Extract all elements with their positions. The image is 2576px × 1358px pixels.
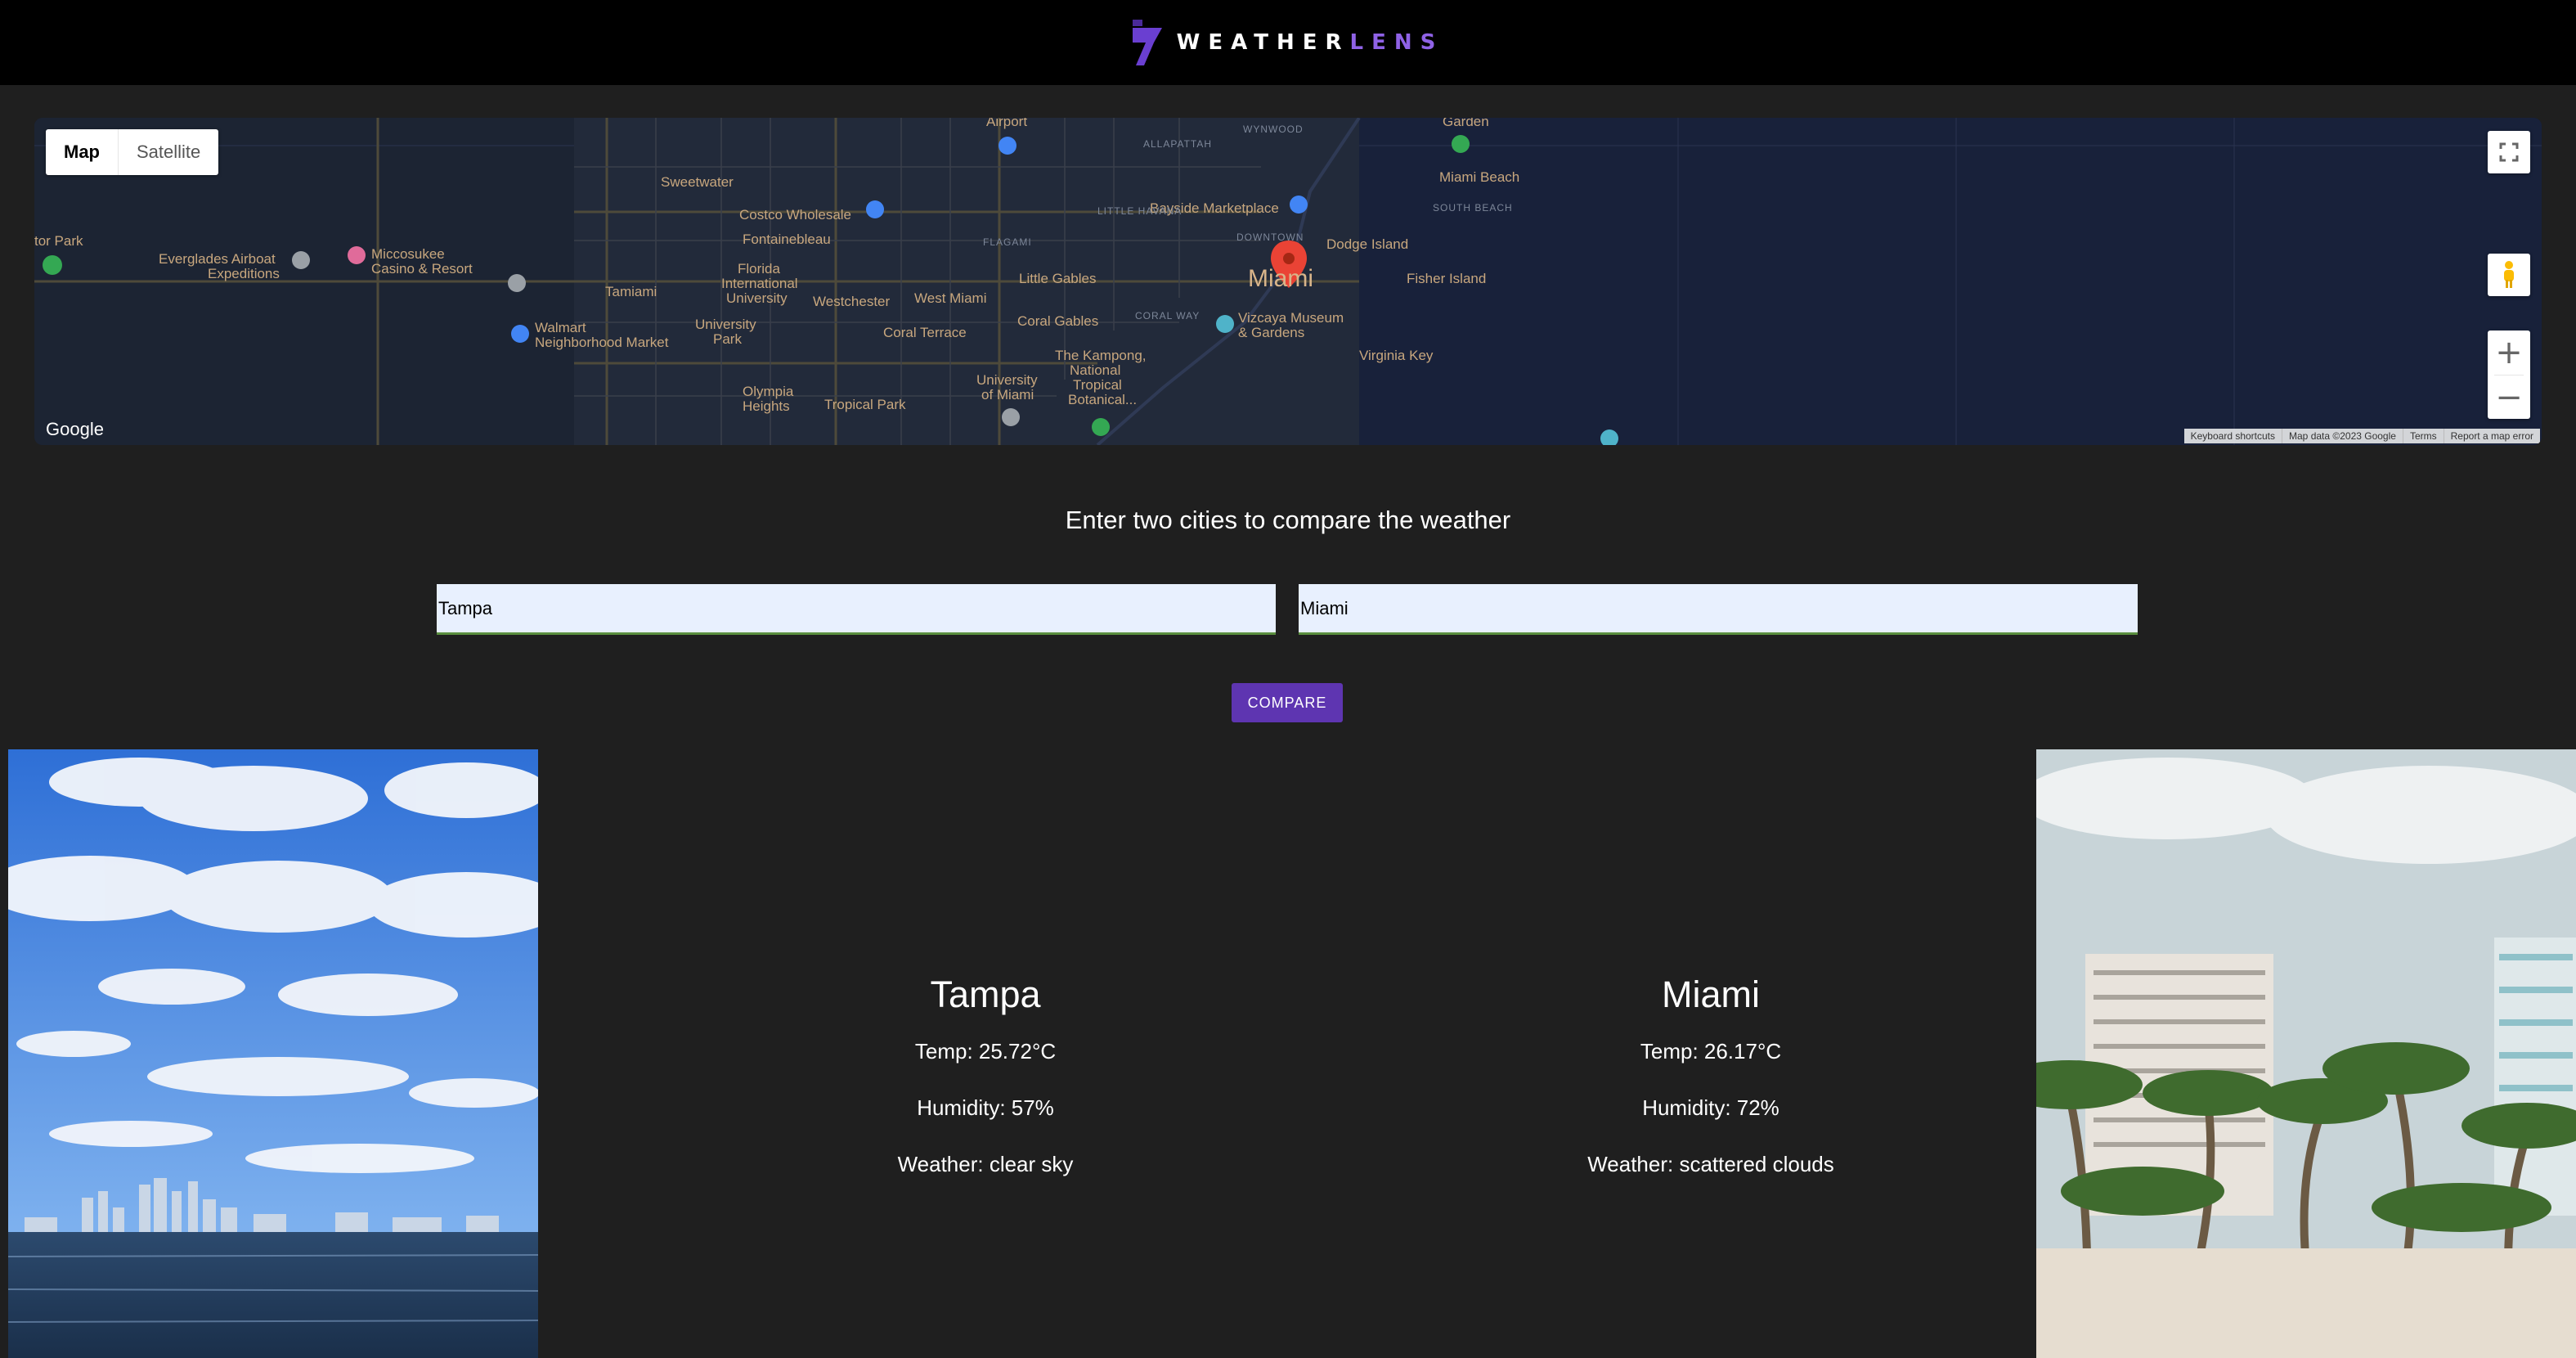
svg-text:Park: Park <box>713 331 742 347</box>
svg-text:Botanical...: Botanical... <box>1068 392 1137 407</box>
svg-text:Fisher Island: Fisher Island <box>1407 271 1486 286</box>
google-logo[interactable]: Google <box>46 419 104 440</box>
svg-text:SOUTH BEACH: SOUTH BEACH <box>1433 202 1513 214</box>
svg-text:Tropical Park: Tropical Park <box>824 397 906 412</box>
svg-text:West Miami: West Miami <box>914 290 986 306</box>
map-type-satellite[interactable]: Satellite <box>119 129 218 175</box>
svg-text:University: University <box>726 290 788 306</box>
svg-text:Miccosukee: Miccosukee <box>371 246 445 262</box>
fullscreen-icon <box>2499 142 2519 162</box>
svg-text:Fontainebleau: Fontainebleau <box>743 232 831 247</box>
svg-text:Everglades Airboat: Everglades Airboat <box>159 251 276 267</box>
svg-text:Coral Terrace: Coral Terrace <box>883 325 967 340</box>
brand-word-weather: WEATHER <box>1176 30 1350 55</box>
svg-text:Coral Gables: Coral Gables <box>1017 313 1098 329</box>
map-type-map[interactable]: Map <box>46 129 119 175</box>
svg-text:Casino & Resort: Casino & Resort <box>371 261 473 277</box>
svg-text:ALLAPATTAH: ALLAPATTAH <box>1143 138 1212 150</box>
svg-text:Airport: Airport <box>986 118 1027 129</box>
svg-text:Little Gables: Little Gables <box>1019 271 1097 286</box>
city1-input[interactable] <box>437 584 1276 635</box>
map-attribution: Keyboard shortcuts Map data ©2023 Google… <box>2183 429 2540 443</box>
svg-text:Expeditions: Expeditions <box>208 266 280 281</box>
svg-text:& Gardens: & Gardens <box>1238 325 1304 340</box>
svg-text:University: University <box>695 317 756 332</box>
svg-text:of Miami: of Miami <box>981 387 1034 402</box>
map-canvas[interactable]: tor Park Everglades Airboat Expeditions … <box>34 118 2542 445</box>
zoom-out-button[interactable]: − <box>2488 375 2530 420</box>
compare-button[interactable]: COMPARE <box>1232 683 1343 722</box>
svg-text:CORAL WAY: CORAL WAY <box>1135 310 1200 322</box>
svg-text:tor Park: tor Park <box>34 233 83 249</box>
fullscreen-button[interactable] <box>2488 131 2530 173</box>
map-data-credit: Map data ©2023 Google <box>2282 429 2403 443</box>
zoom-in-button[interactable]: + <box>2488 331 2530 375</box>
logo-mark-icon <box>1132 20 1162 65</box>
brand-logo[interactable]: WEATHERLENS <box>1132 20 1444 65</box>
svg-text:Tropical: Tropical <box>1073 377 1122 393</box>
svg-text:Sweetwater: Sweetwater <box>661 174 734 190</box>
city2-name: Miami <box>1662 974 1760 1015</box>
city1-temp: Temp: 25.72°C <box>914 1039 1057 1063</box>
svg-text:Neighborhood Market: Neighborhood Market <box>535 335 669 350</box>
city2-weather: Weather: scattered clouds <box>1587 1152 1834 1176</box>
city2-temp: Temp: 26.17°C <box>1640 1039 1782 1063</box>
pegman-icon <box>2504 261 2514 288</box>
svg-text:Miami Beach: Miami Beach <box>1439 169 1519 185</box>
city2-humidity: Humidity: 72% <box>1642 1095 1779 1120</box>
brand-word-lens: LENS <box>1349 30 1444 55</box>
terms-link[interactable]: Terms <box>2402 429 2444 443</box>
zoom-controls: + − <box>2488 331 2530 419</box>
svg-text:WYNWOOD: WYNWOOD <box>1243 124 1304 135</box>
svg-text:Florida: Florida <box>738 261 781 277</box>
map-widget[interactable]: tor Park Everglades Airboat Expeditions … <box>34 118 2542 445</box>
compare-prompt: Enter two cities to compare the weather <box>1065 506 1511 534</box>
svg-text:National: National <box>1070 362 1120 378</box>
map-city-label: Miami <box>1248 265 1313 292</box>
svg-text:Garden: Garden <box>1443 118 1489 129</box>
svg-text:International: International <box>721 276 798 291</box>
svg-text:The Kampong,: The Kampong, <box>1055 348 1147 363</box>
brand-wordmark: WEATHERLENS <box>1177 30 1444 55</box>
svg-text:University: University <box>976 372 1038 388</box>
svg-text:Virginia Key: Virginia Key <box>1359 348 1434 363</box>
svg-text:Walmart: Walmart <box>535 320 586 335</box>
city1-humidity: Humidity: 57% <box>917 1095 1054 1120</box>
city1-weather: Weather: clear sky <box>897 1152 1074 1176</box>
keyboard-shortcuts-link[interactable]: Keyboard shortcuts <box>2184 429 2282 443</box>
svg-text:Olympia: Olympia <box>743 384 794 399</box>
miami-beach-palms-photo <box>2036 749 2576 1358</box>
city2-input[interactable] <box>1299 584 2138 635</box>
svg-text:Vizcaya Museum: Vizcaya Museum <box>1238 310 1344 326</box>
city1-result: Tampa Temp: 25.72°C Humidity: 57% Weathe… <box>756 974 1214 1208</box>
svg-text:FLAGAMI: FLAGAMI <box>983 236 1032 248</box>
app-header: WEATHERLENS <box>0 0 2576 85</box>
svg-text:Heights: Heights <box>743 398 790 414</box>
svg-text:Costco Wholesale: Costco Wholesale <box>739 207 851 223</box>
svg-text:LITTLE HAVANA: LITTLE HAVANA <box>1097 205 1182 217</box>
street-view-button[interactable] <box>2488 254 2530 296</box>
tampa-skyline-photo <box>8 749 538 1358</box>
report-map-error-link[interactable]: Report a map error <box>2443 429 2540 443</box>
city1-name: Tampa <box>930 974 1041 1015</box>
svg-text:DOWNTOWN: DOWNTOWN <box>1236 232 1304 243</box>
city2-result: Miami Temp: 26.17°C Humidity: 72% Weathe… <box>1482 974 1940 1208</box>
map-type-toggle[interactable]: Map Satellite <box>46 129 219 175</box>
svg-text:Tamiami: Tamiami <box>605 284 657 299</box>
svg-text:Westchester: Westchester <box>813 294 891 309</box>
svg-text:Dodge Island: Dodge Island <box>1326 236 1408 252</box>
